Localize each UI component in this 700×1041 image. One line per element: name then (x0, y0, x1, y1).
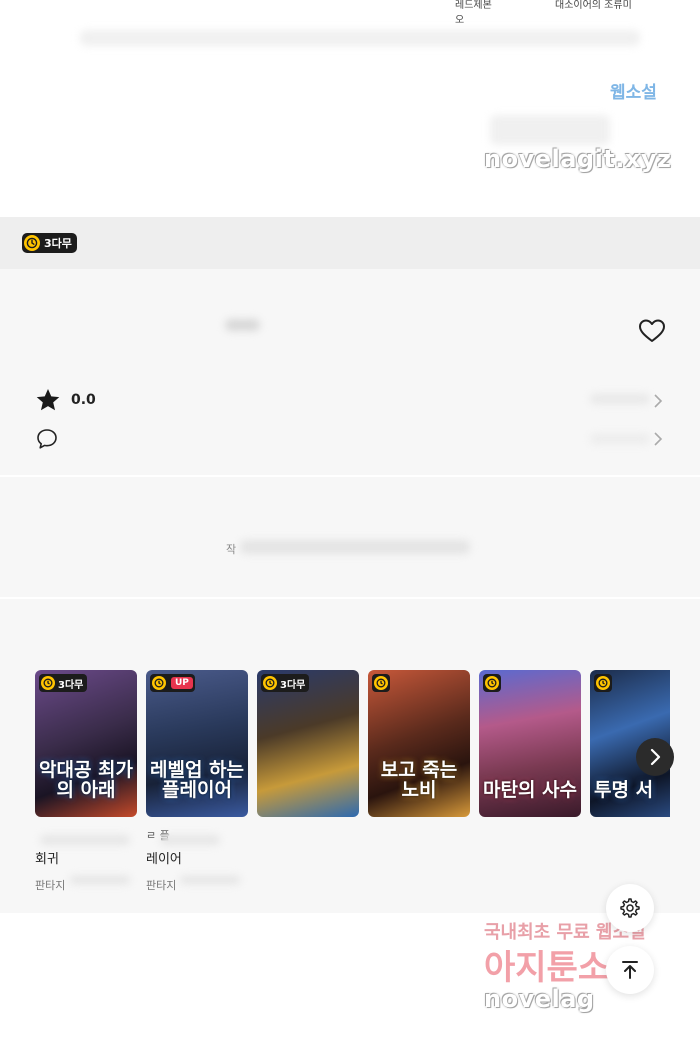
up-tag: UP (171, 677, 193, 689)
card-badge: 3다무 (261, 674, 310, 692)
blurred-description (240, 540, 470, 554)
cover-title-art: 투명 서 (594, 779, 654, 802)
recommendation-card[interactable]: 보고 죽는 노비 (368, 670, 470, 817)
status-badge: 3다무 (22, 233, 77, 253)
description-text: 작 (226, 543, 237, 556)
cover-image: 3다무 (257, 670, 359, 817)
cover-image: 보고 죽는 노비 (368, 670, 470, 817)
blurred-title (225, 319, 260, 331)
card-title: 레이어 (146, 852, 182, 867)
chevron-right-icon (650, 748, 661, 766)
status-badge-label: 3다무 (44, 237, 72, 250)
recommendation-card[interactable]: UP 레벨업 하는 플레이어 ㄹ 플 레이어 판타지 (146, 670, 248, 893)
scroll-to-top-button[interactable] (606, 946, 654, 994)
blurred-title-bar (80, 30, 640, 46)
rating-value: 0.0 (71, 392, 96, 408)
cover-title-art: 보고 죽는 노비 (380, 759, 458, 802)
watermark-domain: novelagit.xyz (484, 145, 672, 173)
blurred-card-text (180, 876, 240, 884)
arrow-up-to-line-icon (622, 961, 638, 979)
clock-icon (596, 676, 610, 690)
top-header-area: 레드제본 대소이어의 조류미오 웹소설 novelagit.xyz (0, 0, 700, 217)
cover-title-art: 악대공 최가의 아래 (39, 759, 134, 802)
blurred-rating-detail (590, 394, 650, 404)
clock-icon (263, 676, 277, 690)
cover-title-art: 마탄의 사수 (483, 779, 578, 802)
card-title: 회귀 (35, 852, 59, 867)
rating-chevron-icon[interactable] (653, 394, 663, 408)
description-panel (0, 477, 700, 597)
favorite-button[interactable] (638, 318, 666, 344)
comments-chevron-icon[interactable] (653, 432, 663, 446)
top-tab-1[interactable]: 레드제본 (455, 0, 492, 11)
blurred-card-text (70, 876, 130, 884)
clock-icon (41, 676, 55, 690)
info-panel (0, 269, 700, 475)
card-badge (594, 674, 612, 692)
cover-image: 마탄의 사수 (479, 670, 581, 817)
carousel-next-button[interactable] (636, 738, 674, 776)
star-icon (36, 388, 60, 411)
watermark-domain-bottom: novelag (484, 985, 595, 1013)
recommendation-card[interactable]: 마탄의 사수 (479, 670, 581, 817)
blurred-card-text (160, 835, 220, 845)
clock-icon (374, 676, 388, 690)
watermark-site-mark: 웹소설 (610, 83, 657, 103)
card-badge (372, 674, 390, 692)
blurred-card-text (40, 835, 130, 845)
recommendation-card[interactable]: 3다무 악대공 최가의 아래 회귀 판타지 (35, 670, 137, 893)
top-tabs: 레드제본 대소이어의 조류미오 (455, 0, 700, 26)
comments-row[interactable] (35, 427, 59, 455)
recommendation-card[interactable]: 3다무 (257, 670, 359, 817)
status-band: 3다무 (0, 217, 700, 269)
card-badge-label: 3다무 (280, 679, 306, 691)
settings-button[interactable] (606, 884, 654, 932)
cover-image: 3다무 악대공 최가의 아래 (35, 670, 137, 817)
blurred-comment-detail (590, 434, 650, 444)
clock-icon (24, 235, 40, 251)
heart-icon (639, 319, 665, 342)
card-badge: UP (150, 674, 195, 692)
cover-image: UP 레벨업 하는 플레이어 (146, 670, 248, 817)
card-badge (483, 674, 501, 692)
blurred-block (490, 115, 610, 145)
card-badge: 3다무 (39, 674, 88, 692)
clock-icon (152, 676, 166, 690)
cover-title-art: 레벨업 하는 플레이어 (150, 759, 245, 802)
speech-bubble-icon (37, 429, 57, 449)
clock-icon (485, 676, 499, 690)
card-badge-label: 3다무 (58, 679, 84, 691)
gear-icon (620, 898, 640, 918)
rating-row[interactable]: 0.0 (35, 387, 96, 413)
